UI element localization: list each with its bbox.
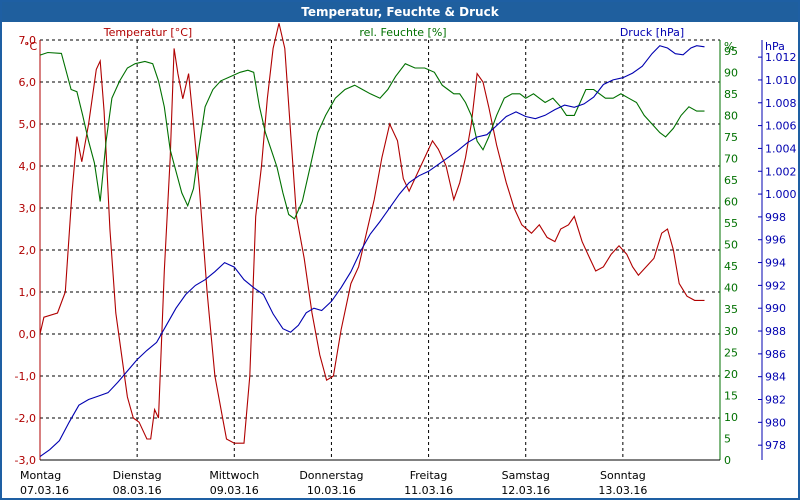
press-tick-label: 988 — [765, 325, 786, 338]
hum-tick-label: 10 — [724, 411, 738, 424]
press-axis-title: Druck [hPa] — [620, 26, 684, 39]
temp-tick-label: -2,0 — [15, 412, 36, 425]
hum-unit-label: % — [724, 40, 734, 53]
temp-tick-label: 2,0 — [19, 244, 37, 257]
grid-layer — [40, 39, 720, 461]
hum-tick-label: 85 — [724, 88, 738, 101]
hum-tick-label: 80 — [724, 109, 738, 122]
hum-tick-label: 20 — [724, 368, 738, 381]
temp-tick-label: -1,0 — [15, 370, 36, 383]
press-tick-label: 1.000 — [765, 188, 797, 201]
temp-tick-label: 5,0 — [19, 118, 37, 131]
x-date-label: 08.03.16 — [113, 484, 162, 497]
temp-unit-label: °C — [24, 40, 38, 53]
hum-tick-label: 70 — [724, 152, 738, 165]
press-tick-label: 1.008 — [765, 97, 797, 110]
hum-tick-label: 50 — [724, 239, 738, 252]
temp-tick-label: 0,0 — [19, 328, 37, 341]
x-date-label: 09.03.16 — [210, 484, 259, 497]
x-date-label: 13.03.16 — [598, 484, 647, 497]
hum-tick-label: 75 — [724, 131, 738, 144]
x-date-label: 12.03.16 — [501, 484, 550, 497]
hum-tick-label: 60 — [724, 196, 738, 209]
temp-tick-label: 3,0 — [19, 202, 37, 215]
hum-tick-label: 40 — [724, 282, 738, 295]
press-tick-label: 1.006 — [765, 120, 797, 133]
hum-tick-label: 25 — [724, 346, 738, 359]
press-tick-label: 992 — [765, 279, 786, 292]
temp-tick-label: -3,0 — [15, 454, 36, 467]
press-tick-label: 986 — [765, 348, 786, 361]
hum-tick-label: 5 — [724, 432, 731, 445]
press-tick-label: 1.010 — [765, 74, 797, 87]
x-weekday-label: Freitag — [410, 469, 448, 482]
temp-tick-label: 4,0 — [19, 160, 37, 173]
x-date-label: 07.03.16 — [20, 484, 69, 497]
x-weekday-label: Sonntag — [600, 469, 646, 482]
x-date-label: 10.03.16 — [307, 484, 356, 497]
press-tick-label: 996 — [765, 234, 786, 247]
temp-tick-label: 6,0 — [19, 76, 37, 89]
x-date-label: 11.03.16 — [404, 484, 453, 497]
press-tick-label: 978 — [765, 439, 786, 452]
press-tick-label: 998 — [765, 211, 786, 224]
press-tick-label: 1.004 — [765, 142, 797, 155]
press-series-line — [39, 45, 705, 458]
hum-axis-title: rel. Feuchte [%] — [359, 26, 446, 39]
temp-series-line — [39, 23, 705, 444]
x-axis-labels-layer: Montag 07.03.16 Dienstag 08.03.16 Mittwoch 09… — [20, 469, 647, 497]
series-layer — [39, 23, 705, 458]
press-tick-label: 1.012 — [765, 51, 797, 64]
press-tick-label: 990 — [765, 302, 786, 315]
hum-series-line — [39, 51, 705, 220]
press-tick-label: 984 — [765, 371, 786, 384]
hum-tick-label: 35 — [724, 303, 738, 316]
x-weekday-label: Dienstag — [113, 469, 162, 482]
hum-tick-label: 30 — [724, 325, 738, 338]
hum-tick-label: 90 — [724, 66, 738, 79]
temp-axis-title: Temperatur [°C] — [103, 26, 192, 39]
temp-tick-label: 1,0 — [19, 286, 37, 299]
x-weekday-label: Mittwoch — [209, 469, 259, 482]
press-tick-label: 980 — [765, 416, 786, 429]
press-tick-label: 1.002 — [765, 165, 797, 178]
press-tick-label: 982 — [765, 394, 786, 407]
chart-svg: 7,06,05,04,03,02,01,00,0-1,0-2,0-3,09590… — [15, 23, 797, 497]
hum-tick-label: 65 — [724, 174, 738, 187]
hum-tick-label: 0 — [724, 454, 731, 467]
hum-tick-label: 15 — [724, 389, 738, 402]
press-tick-label: 994 — [765, 257, 786, 270]
x-weekday-label: Donnerstag — [299, 469, 363, 482]
press-unit-label: hPa — [765, 40, 785, 53]
x-weekday-label: Montag — [20, 469, 61, 482]
hum-tick-label: 55 — [724, 217, 738, 230]
hum-tick-label: 45 — [724, 260, 738, 273]
x-weekday-label: Samstag — [502, 469, 550, 482]
